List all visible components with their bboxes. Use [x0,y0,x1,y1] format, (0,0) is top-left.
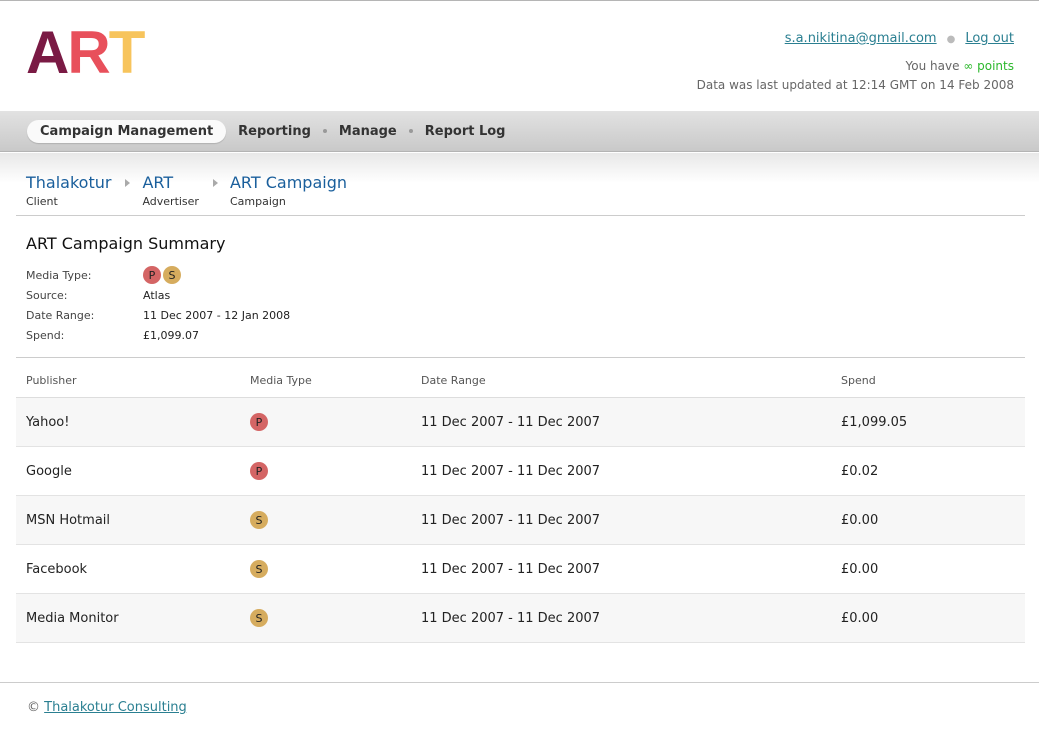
divider [16,215,1025,216]
table-header: Publisher Media Type Date Range Spend [16,363,1025,398]
points-line: You have ∞ points [905,59,1014,73]
logout-link[interactable]: Log out [965,31,1014,46]
table-row[interactable]: Yahoo! P 11 Dec 2007 - 11 Dec 2007 £1,09… [16,398,1025,447]
header-spend: Spend [841,373,876,387]
separator-dot: ● [946,34,956,45]
nav-report-log[interactable]: Report Log [425,124,506,139]
table-row[interactable]: Facebook S 11 Dec 2007 - 11 Dec 2007 £0.… [16,545,1025,594]
media-type-p-badge: P [250,413,268,431]
row-date-range: 11 Dec 2007 - 11 Dec 2007 [421,463,601,479]
row-spend: £0.00 [841,610,879,626]
source-value: Atlas [143,288,171,302]
table-row[interactable]: Media Monitor S 11 Dec 2007 - 11 Dec 200… [16,594,1025,643]
publisher-table: Publisher Media Type Date Range Spend Ya… [16,363,1025,643]
last-updated: Data was last updated at 12:14 GMT on 14… [696,78,1014,92]
media-type-p-badge: P [250,462,268,480]
breadcrumb-campaign: ART Campaign Campaign [229,173,347,208]
header-media-type: Media Type [250,373,312,387]
main-nav: Campaign Management Reporting Manage Rep… [0,111,1039,152]
breadcrumb-client-link[interactable]: Thalakotur [26,173,111,192]
divider [0,682,1039,683]
row-date-range: 11 Dec 2007 - 11 Dec 2007 [421,414,601,430]
copyright-symbol: © [27,700,40,715]
art-logo[interactable]: ART [26,23,145,83]
row-spend: £1,099.05 [841,414,908,430]
company-link[interactable]: Thalakotur Consulting [44,700,187,715]
breadcrumb: Thalakotur Client ART Advertiser ART Cam… [26,173,347,208]
row-date-range: 11 Dec 2007 - 11 Dec 2007 [421,610,601,626]
nav-separator [322,129,327,133]
nav-reporting[interactable]: Reporting [238,124,311,139]
breadcrumb-campaign-link[interactable]: ART Campaign [230,173,347,192]
publisher-name: Facebook [26,561,88,577]
table-row[interactable]: MSN Hotmail S 11 Dec 2007 - 11 Dec 2007 … [16,496,1025,545]
campaign-summary: ART Campaign Summary Media Type: PS Sour… [26,234,291,342]
publisher-name: MSN Hotmail [26,512,111,528]
media-type-s-badge: S [163,266,181,284]
nav-manage[interactable]: Manage [339,124,397,139]
row-date-range: 11 Dec 2007 - 11 Dec 2007 [421,512,601,528]
nav-separator [408,129,413,133]
row-spend: £0.00 [841,512,879,528]
user-email-link[interactable]: s.a.nikitina@gmail.com [785,31,937,46]
media-type-p-badge: P [143,266,161,284]
spend-value: £1,099.07 [143,328,199,342]
footer: © Thalakotur Consulting [27,700,187,715]
page-title: ART Campaign Summary [26,234,226,253]
table-row[interactable]: Google P 11 Dec 2007 - 11 Dec 2007 £0.02 [16,447,1025,496]
media-type-s-badge: S [250,511,268,529]
chevron-right-icon [212,179,218,187]
row-date-range: 11 Dec 2007 - 11 Dec 2007 [421,561,601,577]
publisher-name: Google [26,463,72,479]
nav-campaign-management[interactable]: Campaign Management [27,119,227,143]
publisher-name: Media Monitor [26,610,119,626]
media-type-s-badge: S [250,560,268,578]
breadcrumb-advertiser-link[interactable]: ART [142,173,199,192]
row-spend: £0.02 [841,463,879,479]
publisher-name: Yahoo! [26,414,70,430]
row-spend: £0.00 [841,561,879,577]
points-value: ∞ points [963,59,1014,73]
header-publisher: Publisher [26,373,77,387]
account-panel: s.a.nikitina@gmail.com ● Log out You have … [697,31,1014,92]
header: ART s.a.nikitina@gmail.com ● Log out You h… [0,1,1039,111]
chevron-right-icon [125,179,131,187]
date-range-value: 11 Dec 2007 - 12 Jan 2008 [143,308,291,322]
media-type-s-badge: S [250,609,268,627]
divider [16,357,1025,358]
header-date-range: Date Range [421,373,486,387]
breadcrumb-advertiser: ART Advertiser [142,173,199,208]
breadcrumb-client: Thalakotur Client [26,173,112,208]
